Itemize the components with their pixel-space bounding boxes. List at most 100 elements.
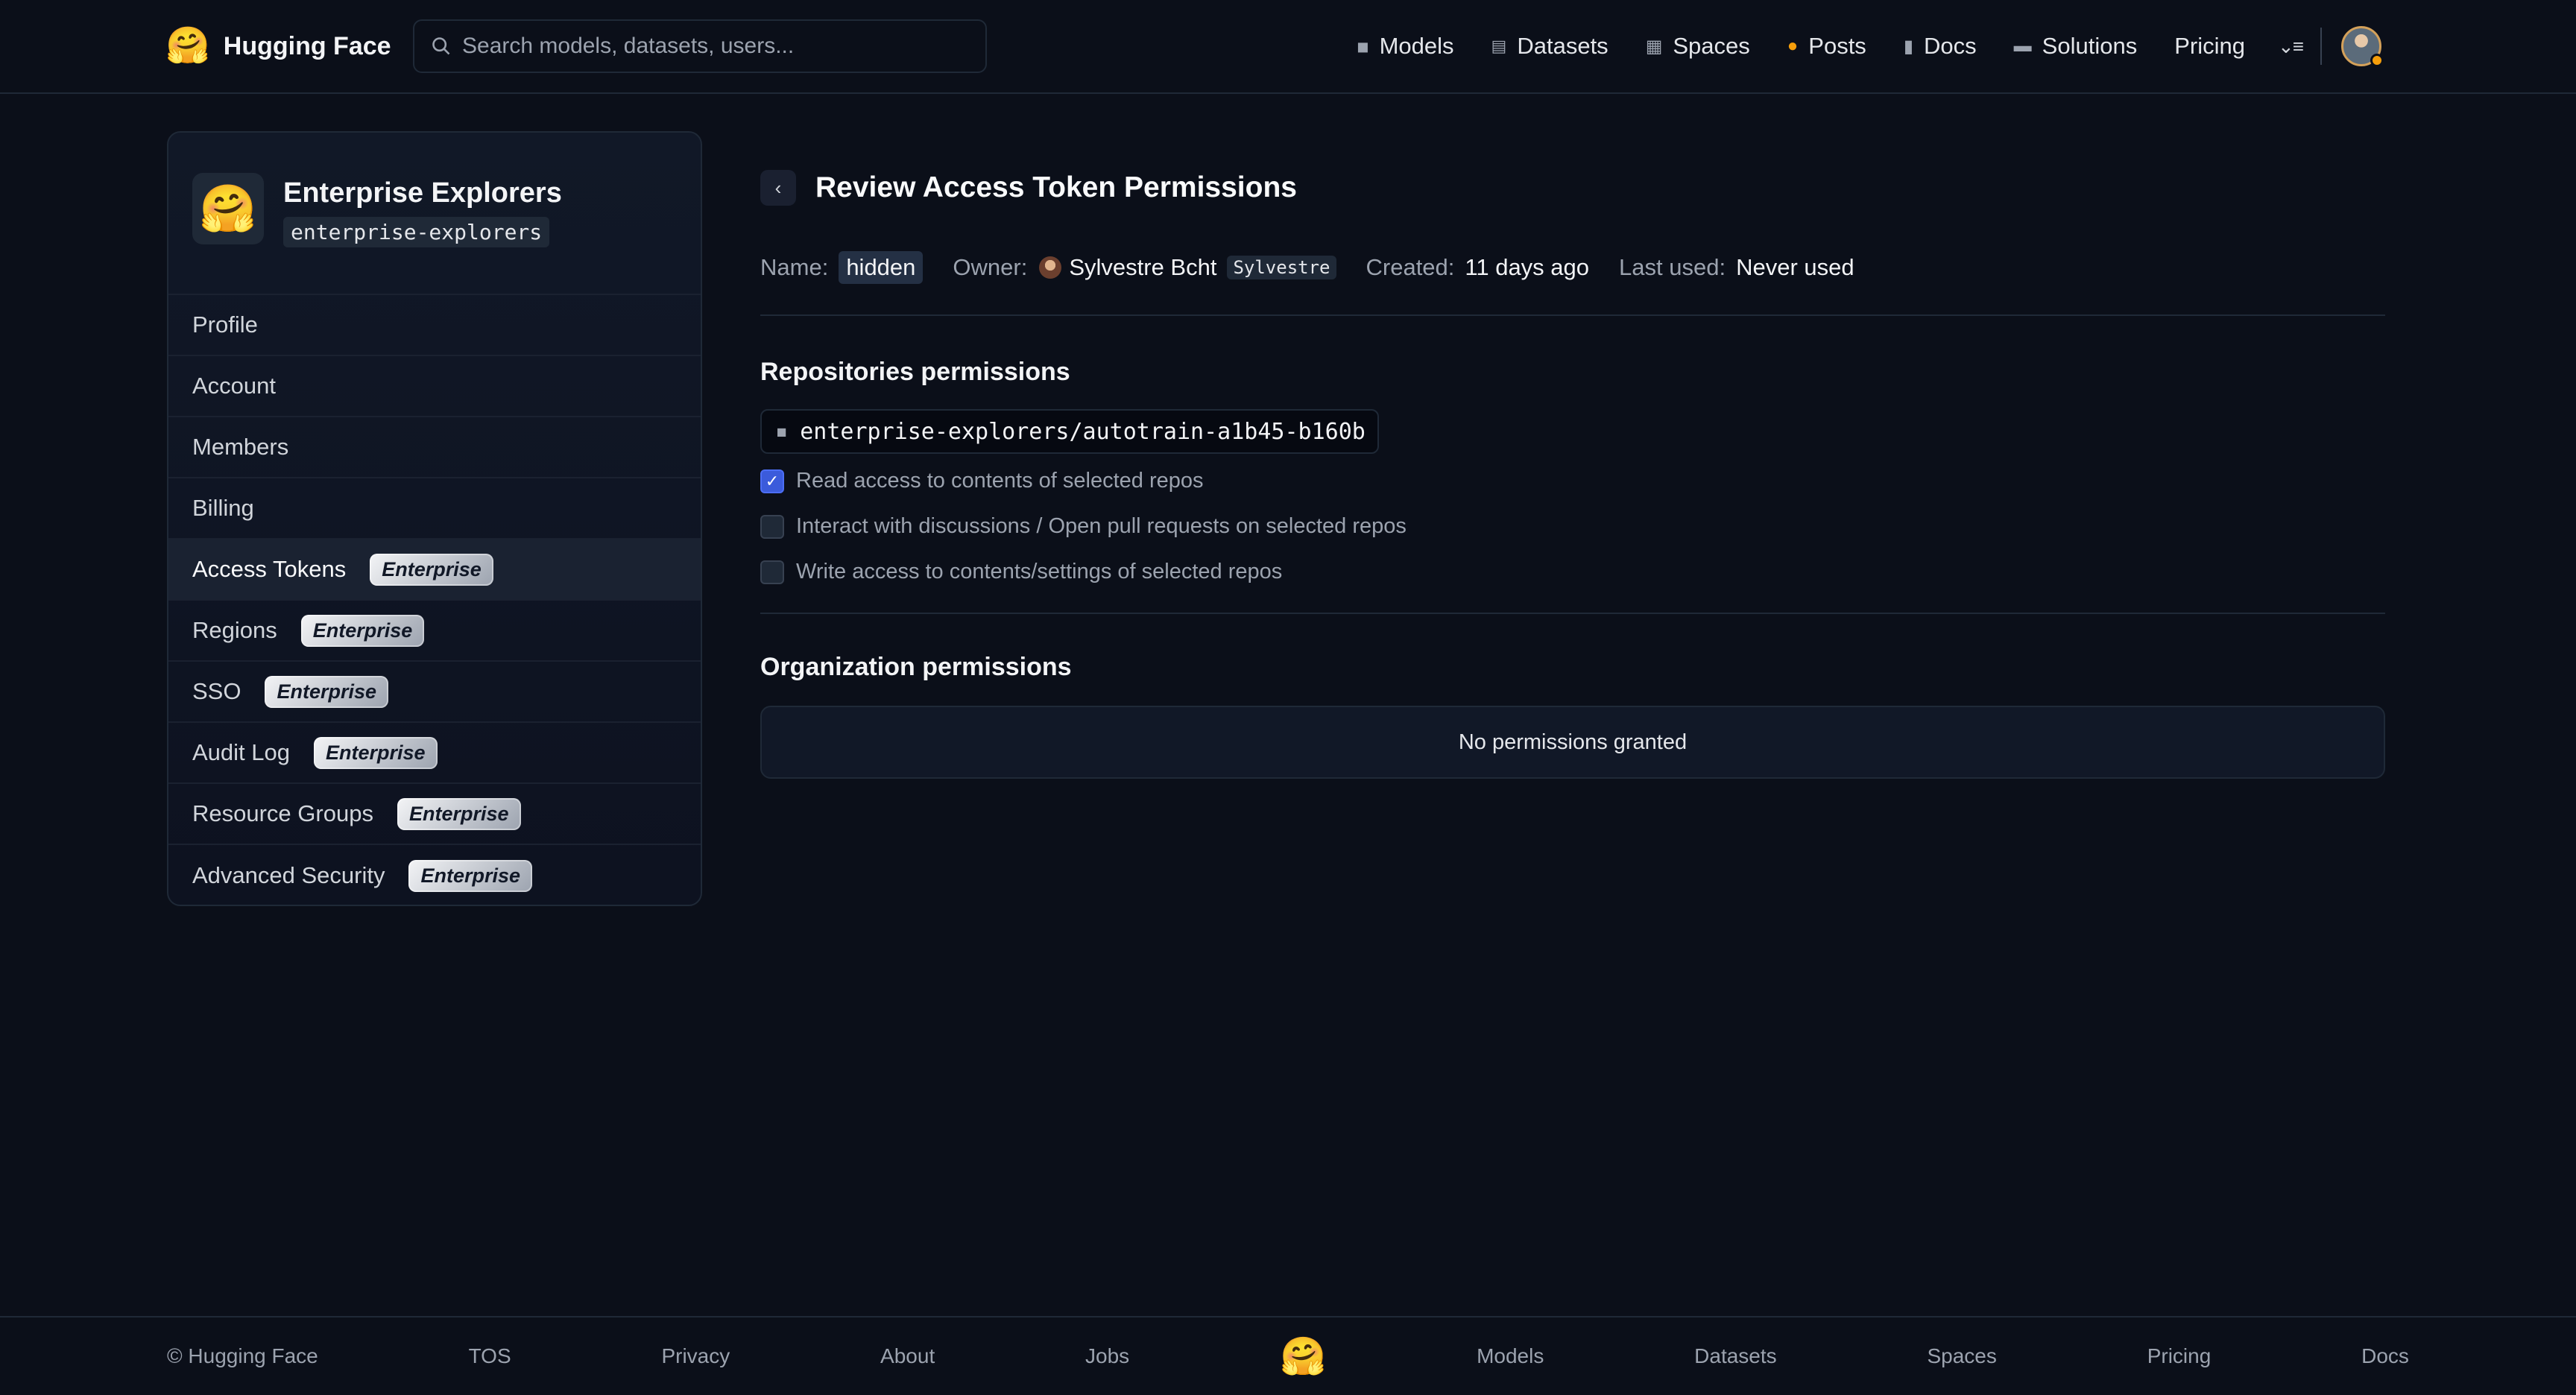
sidebar-item-billing[interactable]: Billing xyxy=(168,478,701,540)
user-avatar[interactable] xyxy=(2340,26,2384,67)
repo-chip[interactable]: ◼ enterprise-explorers/autotrain-a1b45-b… xyxy=(760,409,1379,454)
sidebar-item-access-tokens[interactable]: Access Tokens Enterprise xyxy=(168,540,701,601)
sidebar-item-label: Billing xyxy=(192,495,254,521)
nav-models[interactable]: ◼ Models xyxy=(1357,33,1454,60)
cube-icon: ◼ xyxy=(1357,38,1369,55)
repo-permission-list: ✓ Read access to contents of selected re… xyxy=(760,458,2385,614)
repo-name: enterprise-explorers/autotrain-a1b45-b16… xyxy=(800,418,1366,445)
footer-link-tos[interactable]: TOS xyxy=(469,1344,511,1368)
token-meta: Name: hidden Owner: Sylvestre Bcht Sylve… xyxy=(760,241,2385,316)
sidebar-item-resource-groups[interactable]: Resource Groups Enterprise xyxy=(168,784,701,845)
org-header: 🤗 Enterprise Explorers enterprise-explor… xyxy=(168,133,701,295)
brand-logo-link[interactable]: 🤗 Hugging Face xyxy=(165,22,391,70)
cube-icon: ◼ xyxy=(777,422,787,441)
search-box[interactable] xyxy=(413,19,987,73)
permission-label: Write access to contents/settings of sel… xyxy=(796,560,1283,583)
nav-divider xyxy=(2320,28,2322,65)
enterprise-badge: Enterprise xyxy=(397,797,521,830)
org-avatar: 🤗 xyxy=(192,173,264,244)
nav-pricing-label: Pricing xyxy=(2174,33,2245,59)
sidebar-item-label: Advanced Security xyxy=(192,862,385,888)
sidebar-item-regions[interactable]: Regions Enterprise xyxy=(168,601,701,662)
sidebar-item-members[interactable]: Members xyxy=(168,417,701,478)
sidebar-item-advanced-security[interactable]: Advanced Security Enterprise xyxy=(168,845,701,905)
nav-spaces[interactable]: ▦ Spaces xyxy=(1646,33,1750,60)
book-icon: ▮ xyxy=(1903,36,1914,57)
footer-link-docs[interactable]: Docs xyxy=(2361,1344,2409,1368)
more-menu-icon[interactable]: ⌄≡ xyxy=(2278,35,2304,58)
nav-datasets[interactable]: ▤ Datasets xyxy=(1491,33,1609,60)
enterprise-badge: Enterprise xyxy=(314,736,438,769)
sidebar-item-account[interactable]: Account xyxy=(168,356,701,417)
main-content: ‹ Review Access Token Permissions Name: … xyxy=(760,164,2385,779)
last-used-value: Never used xyxy=(1736,254,1854,280)
permission-label: Interact with discussions / Open pull re… xyxy=(796,514,1407,538)
permission-read: ✓ Read access to contents of selected re… xyxy=(760,458,2385,504)
database-icon: ▤ xyxy=(1491,37,1507,55)
org-slug: enterprise-explorers xyxy=(283,217,550,247)
footer-logo-icon[interactable]: 🤗 xyxy=(1280,1335,1326,1379)
enterprise-badge: Enterprise xyxy=(370,553,493,586)
sidebar-item-label: SSO xyxy=(192,678,242,704)
repo-permissions-heading: Repositories permissions xyxy=(760,358,1070,386)
enterprise-badge: Enterprise xyxy=(300,614,425,647)
footer-link-jobs[interactable]: Jobs xyxy=(1085,1344,1129,1368)
back-button[interactable]: ‹ xyxy=(760,170,796,206)
token-name-value: hidden xyxy=(839,251,924,284)
nav-posts[interactable]: ● Posts xyxy=(1787,33,1866,60)
footer: © Hugging Face TOS Privacy About Jobs 🤗 … xyxy=(0,1316,2576,1394)
search-input[interactable] xyxy=(462,34,969,59)
permission-write: Write access to contents/settings of sel… xyxy=(760,549,2385,595)
org-permissions-heading: Organization permissions xyxy=(760,653,1072,681)
nav-solutions-label: Solutions xyxy=(2042,33,2138,59)
footer-link-spaces[interactable]: Spaces xyxy=(1927,1344,1996,1368)
sidebar-item-label: Audit Log xyxy=(192,739,290,765)
top-navbar: 🤗 Hugging Face ◼ Models ▤ Datasets ▦ Spa… xyxy=(0,0,2576,94)
name-label: Name: xyxy=(760,254,829,280)
nav-pricing[interactable]: Pricing xyxy=(2174,33,2245,60)
enterprise-badge: Enterprise xyxy=(265,675,389,708)
grid-icon: ▦ xyxy=(1645,36,1663,57)
footer-link-models[interactable]: Models xyxy=(1477,1344,1544,1368)
sidebar-item-audit-log[interactable]: Audit Log Enterprise xyxy=(168,723,701,784)
org-name[interactable]: Enterprise Explorers xyxy=(283,177,562,209)
briefcase-icon: ▬ xyxy=(2013,36,2032,56)
read-checkbox[interactable]: ✓ xyxy=(760,469,784,493)
chevron-left-icon: ‹ xyxy=(774,176,782,199)
nav-models-label: Models xyxy=(1379,33,1454,59)
owner-name[interactable]: Sylvestre Bcht xyxy=(1069,254,1216,281)
nav-solutions[interactable]: ▬ Solutions xyxy=(2014,33,2138,60)
page-title: Review Access Token Permissions xyxy=(815,171,1297,203)
chat-bubble-icon: ● xyxy=(1787,36,1799,56)
write-checkbox[interactable] xyxy=(760,560,784,584)
hugging-face-logo-icon: 🤗 xyxy=(165,26,210,66)
nav-docs[interactable]: ▮ Docs xyxy=(1904,33,1977,60)
sidebar-item-label: Resource Groups xyxy=(192,800,373,826)
sidebar-item-label: Members xyxy=(192,434,289,460)
footer-copyright: © Hugging Face xyxy=(167,1344,318,1367)
sidebar-item-label: Regions xyxy=(192,617,277,643)
sidebar-item-sso[interactable]: SSO Enterprise xyxy=(168,662,701,723)
footer-link-pricing[interactable]: Pricing xyxy=(2147,1344,2212,1368)
sidebar-item-label: Account xyxy=(192,373,277,399)
footer-link-about[interactable]: About xyxy=(880,1344,935,1368)
owner-avatar xyxy=(1039,256,1062,279)
nav-datasets-label: Datasets xyxy=(1517,33,1609,59)
created-label: Created: xyxy=(1366,254,1455,280)
permission-discussions: Interact with discussions / Open pull re… xyxy=(760,504,2385,549)
owner-label: Owner: xyxy=(953,254,1028,280)
search-icon xyxy=(432,37,450,55)
brand-name: Hugging Face xyxy=(223,31,391,60)
empty-permissions-box: No permissions granted xyxy=(760,706,2385,779)
sidebar-item-profile[interactable]: Profile xyxy=(168,295,701,356)
main-nav: ◼ Models ▤ Datasets ▦ Spaces ● Posts ▮ D… xyxy=(1357,22,2384,70)
owner-username: Sylvestre xyxy=(1227,256,1336,279)
enterprise-badge: Enterprise xyxy=(408,859,533,892)
nav-posts-label: Posts xyxy=(1808,33,1866,59)
sidebar-item-label: Access Tokens xyxy=(192,556,347,582)
permission-label: Read access to contents of selected repo… xyxy=(796,469,1204,493)
notification-dot xyxy=(2370,54,2384,67)
discussions-checkbox[interactable] xyxy=(760,514,784,539)
footer-link-privacy[interactable]: Privacy xyxy=(661,1344,730,1368)
footer-link-datasets[interactable]: Datasets xyxy=(1694,1344,1777,1368)
